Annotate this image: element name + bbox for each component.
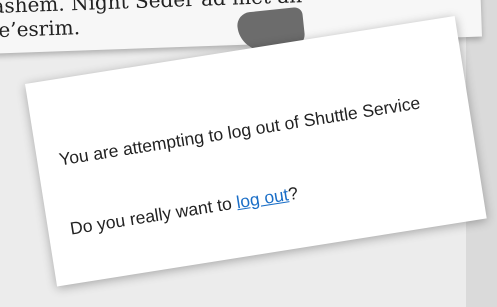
logout-link[interactable]: log out: [235, 184, 290, 212]
logout-question-suffix: ?: [286, 182, 300, 205]
logout-question: Do you really want to log out?: [69, 183, 300, 240]
logout-question-prefix: Do you really want to: [68, 192, 238, 239]
logout-confirmation-card: You are attempting to log out of Shuttle…: [25, 15, 487, 287]
background-text-line-2: e’esrim.: [0, 15, 81, 42]
logout-message: You are attempting to log out of Shuttle…: [57, 92, 422, 170]
screenshot-root: { "background_page": { "line_1": "ashem.…: [0, 0, 497, 307]
